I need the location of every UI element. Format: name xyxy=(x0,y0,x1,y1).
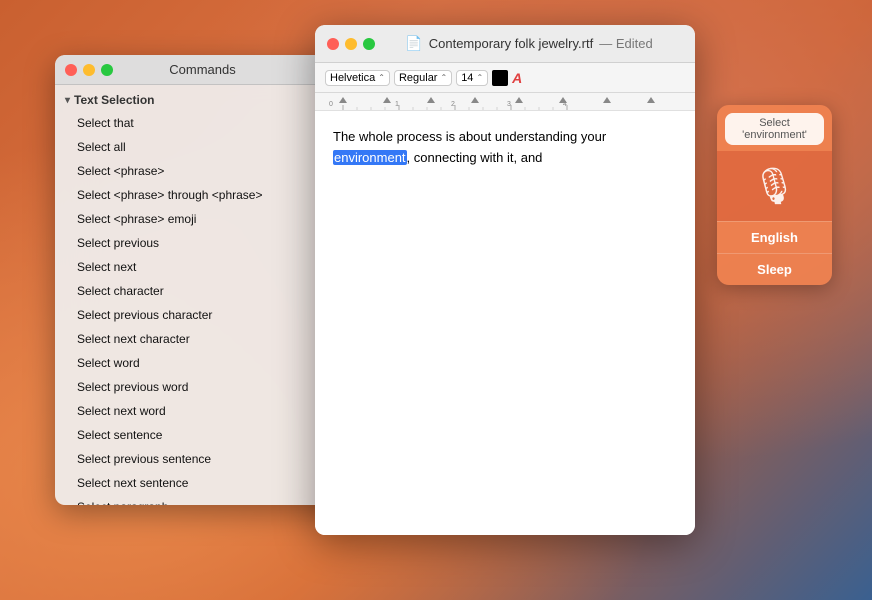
list-item[interactable]: Select all xyxy=(55,135,350,159)
svg-text:0: 0 xyxy=(329,101,333,108)
svg-text:2: 2 xyxy=(451,101,455,108)
svg-text:1: 1 xyxy=(395,101,399,108)
doc-titlebar-buttons xyxy=(327,38,375,50)
svg-text:3: 3 xyxy=(507,101,511,108)
style-selector[interactable]: Regular ⌃ xyxy=(394,70,452,86)
size-selector[interactable]: 14 ⌃ xyxy=(456,70,488,86)
doc-icon: 📄 xyxy=(405,35,422,52)
voice-mic-area: 🎙 xyxy=(717,151,832,221)
voice-lang-label: English xyxy=(751,230,798,245)
voice-language-button[interactable]: English xyxy=(717,221,832,253)
doc-text: The whole process is about understanding… xyxy=(333,129,606,165)
font-size: 14 xyxy=(461,72,473,84)
list-item[interactable]: Select <phrase> through <phrase> xyxy=(55,183,350,207)
italic-a-button[interactable]: A xyxy=(512,70,522,86)
doc-text-after: , connecting with it, and xyxy=(407,150,543,165)
list-item[interactable]: Select <phrase> xyxy=(55,159,350,183)
doc-edited-label: — Edited xyxy=(599,36,652,51)
doc-toolbar: Helvetica ⌃ Regular ⌃ 14 ⌃ A xyxy=(315,63,695,93)
list-item[interactable]: Select character xyxy=(55,279,350,303)
microphone-icon: 🎙 xyxy=(752,165,798,207)
section-label: Text Selection xyxy=(74,93,154,107)
list-item[interactable]: Select previous character xyxy=(55,303,350,327)
size-arrow-icon: ⌃ xyxy=(476,73,483,82)
commands-titlebar: Commands xyxy=(55,55,350,85)
maximize-button[interactable] xyxy=(101,64,113,76)
list-item[interactable]: Select previous word xyxy=(55,375,350,399)
titlebar-buttons xyxy=(65,64,113,76)
list-item[interactable]: Select sentence xyxy=(55,423,350,447)
voice-search-text: Select 'environment' xyxy=(742,117,807,141)
list-item[interactable]: Select next sentence xyxy=(55,471,350,495)
commands-list: ▾ Text Selection Select that Select all … xyxy=(55,85,350,505)
doc-text-before: The whole process is about understanding… xyxy=(333,129,606,144)
list-item[interactable]: Select previous sentence xyxy=(55,447,350,471)
style-arrow-icon: ⌃ xyxy=(440,73,447,82)
chevron-icon: ▾ xyxy=(65,95,70,106)
minimize-button[interactable] xyxy=(83,64,95,76)
section-header-text-selection: ▾ Text Selection xyxy=(55,89,350,111)
voice-sleep-button[interactable]: Sleep xyxy=(717,253,832,285)
doc-title: Contemporary folk jewelry.rtf xyxy=(429,36,593,51)
list-item[interactable]: Select next xyxy=(55,255,350,279)
list-item[interactable]: Select next word xyxy=(55,399,350,423)
voice-sleep-label: Sleep xyxy=(757,262,792,277)
list-item[interactable]: Select <phrase> emoji xyxy=(55,207,350,231)
document-window: 📄 Contemporary folk jewelry.rtf — Edited… xyxy=(315,25,695,535)
doc-content[interactable]: The whole process is about understanding… xyxy=(315,111,695,535)
ruler-svg: 0 1 2 3 4 xyxy=(315,93,695,111)
font-style: Regular xyxy=(399,72,438,84)
voice-search-bar: Select 'environment' xyxy=(725,113,824,145)
list-item[interactable]: Select paragraph xyxy=(55,495,350,505)
font-arrow-icon: ⌃ xyxy=(378,73,385,82)
doc-title-area: 📄 Contemporary folk jewelry.rtf — Edited xyxy=(375,35,683,52)
commands-panel: Commands ▾ Text Selection Select that Se… xyxy=(55,55,350,505)
doc-close-button[interactable] xyxy=(327,38,339,50)
panel-title: Commands xyxy=(169,62,235,77)
color-swatch[interactable] xyxy=(492,70,508,86)
font-selector[interactable]: Helvetica ⌃ xyxy=(325,70,390,86)
voice-panel: Select 'environment' 🎙 English Sleep xyxy=(717,105,832,285)
list-item[interactable]: Select that xyxy=(55,111,350,135)
close-button[interactable] xyxy=(65,64,77,76)
list-item[interactable]: Select previous xyxy=(55,231,350,255)
list-item[interactable]: Select next character xyxy=(55,327,350,351)
doc-titlebar: 📄 Contemporary folk jewelry.rtf — Edited xyxy=(315,25,695,63)
font-name: Helvetica xyxy=(330,72,375,84)
doc-ruler: 0 1 2 3 4 xyxy=(315,93,695,111)
doc-minimize-button[interactable] xyxy=(345,38,357,50)
list-item[interactable]: Select word xyxy=(55,351,350,375)
highlighted-word: environment xyxy=(333,150,407,165)
doc-maximize-button[interactable] xyxy=(363,38,375,50)
